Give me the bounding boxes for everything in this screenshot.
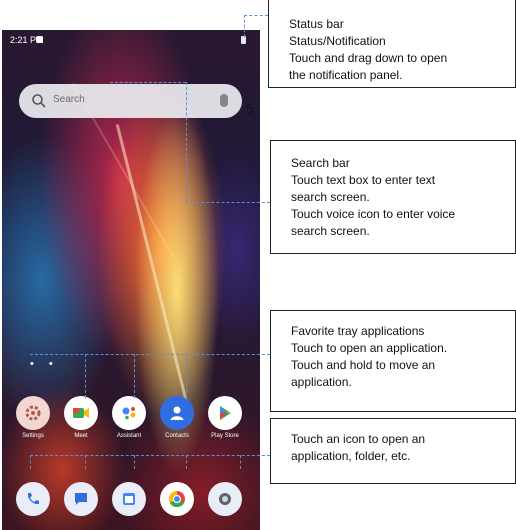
search-placeholder: Search (53, 94, 85, 105)
app-label: Settings (22, 433, 44, 439)
leader-line-fav-drop-2 (134, 354, 135, 398)
app-label: Assistant (116, 433, 142, 439)
battery-icon (241, 36, 246, 44)
assistant-icon (112, 396, 146, 430)
callout-text: Touch and hold to move an (291, 358, 436, 372)
callout-text: Touch to open an application. (291, 341, 448, 355)
leader-line-status-drop (244, 15, 245, 37)
meet-icon (64, 396, 98, 430)
search-bar[interactable]: Search (19, 84, 242, 118)
callout-text: search screen. (291, 190, 370, 204)
app-play-store[interactable]: Play Store (208, 396, 242, 439)
leader-line-icon-drop-3 (134, 455, 135, 469)
wallpaper-feather-shaft (115, 124, 192, 416)
callout-title: Touch an icon to open an (291, 432, 426, 446)
phone-icon[interactable] (16, 482, 50, 516)
leader-line-fav-drop-1 (85, 354, 86, 398)
messages-icon[interactable] (64, 482, 98, 516)
leader-line-fav-drop-3 (186, 354, 187, 398)
callout-text: search screen. (291, 224, 370, 238)
app-meet[interactable]: Meet (64, 396, 98, 439)
leader-line-search-top (110, 82, 186, 83)
app-assistant[interactable]: Assistant (112, 396, 146, 439)
callout-status-bar: Status bar Status/Notification Touch and… (268, 0, 516, 88)
callout-text: the notification panel. (289, 68, 403, 82)
leader-line-icon-drop-4 (186, 455, 187, 469)
app-label: Contacts (165, 433, 189, 439)
settings-icon (16, 396, 50, 430)
callout-search-bar: Search bar Touch text box to enter text … (270, 140, 516, 254)
callout-title: Search bar (291, 156, 350, 170)
leader-line-search (186, 202, 270, 203)
leader-line-status (244, 15, 268, 16)
callout-favorites: Favorite tray applications Touch to open… (270, 310, 516, 412)
leader-line-icon-drop-1 (30, 455, 31, 469)
callout-title: Favorite tray applications (291, 324, 425, 338)
callout-icons: Touch an icon to open an application, fo… (270, 418, 516, 484)
app-contacts[interactable]: Contacts (160, 396, 194, 439)
notification-icon (36, 36, 43, 43)
leader-line-icon-drop-2 (85, 455, 86, 469)
leader-line-icon-drop-5 (240, 455, 241, 469)
camera-icon[interactable] (208, 482, 242, 516)
app-settings[interactable]: Settings (16, 396, 50, 439)
chrome-icon[interactable] (160, 482, 194, 516)
callout-text: Touch and drag down to open (289, 51, 448, 65)
mic-icon[interactable] (220, 94, 228, 107)
callout-title: Status bar (289, 17, 344, 31)
callout-text: application. (291, 375, 352, 389)
page-number: 5 (246, 100, 254, 116)
leader-line-icons (30, 455, 270, 456)
page-indicator: • • (30, 358, 59, 370)
play-store-icon (208, 396, 242, 430)
contacts-icon (160, 396, 194, 430)
callout-text: application, folder, etc. (291, 449, 411, 463)
calendar-icon[interactable] (112, 482, 146, 516)
leader-line-favorites (30, 354, 270, 355)
app-label: Play Store (211, 433, 239, 439)
callout-text: Touch voice icon to enter voice (291, 207, 456, 221)
callout-text: Status/Notification (289, 34, 386, 48)
callout-text: Touch text box to enter text (291, 173, 436, 187)
search-icon (32, 94, 46, 108)
leader-line-search-vertical (186, 82, 187, 202)
app-label: Meet (74, 433, 88, 439)
status-bar[interactable]: 2:21 PM (2, 30, 260, 50)
